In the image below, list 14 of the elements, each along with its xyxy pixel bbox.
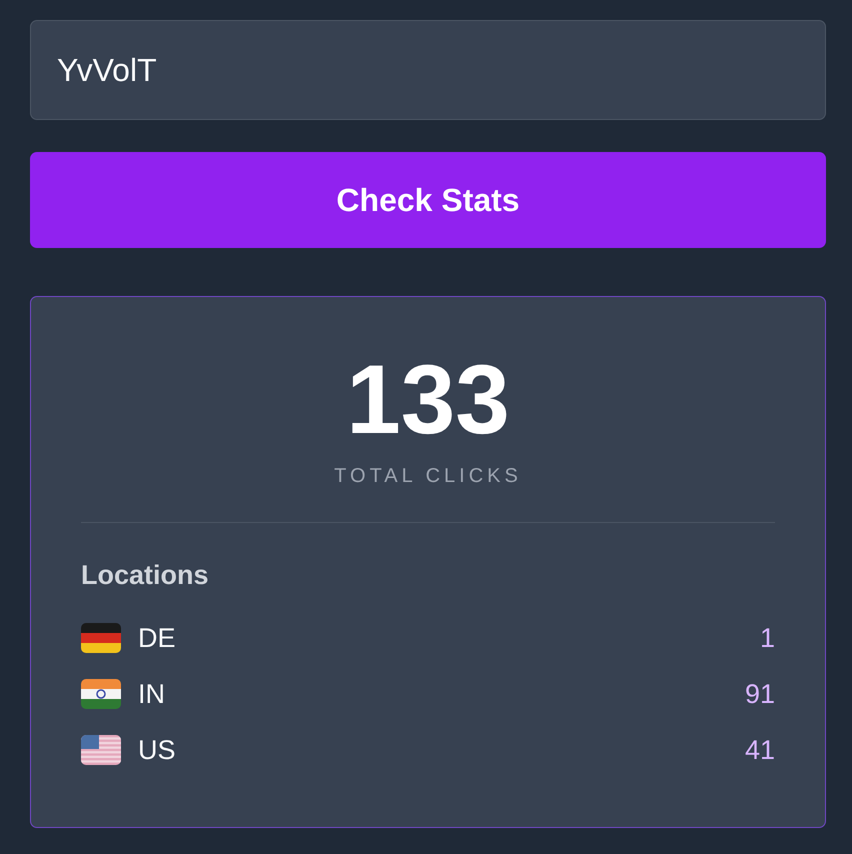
input-field[interactable]: YvVolT (30, 20, 826, 120)
country-code: IN (138, 678, 165, 710)
check-stats-button[interactable]: Check Stats (30, 152, 826, 248)
click-count: 41 (744, 734, 775, 766)
click-count: 91 (744, 678, 775, 710)
flag-icon (81, 623, 121, 654)
country-code: DE (138, 622, 176, 654)
flag-icon (81, 735, 121, 766)
flag-icon (81, 679, 121, 710)
total-count: 133 (346, 350, 510, 448)
click-count: 1 (760, 622, 775, 654)
total-label: TOTAL CLICKS (334, 466, 522, 486)
country-code: US (138, 734, 176, 766)
section-heading: Locations (81, 559, 209, 592)
